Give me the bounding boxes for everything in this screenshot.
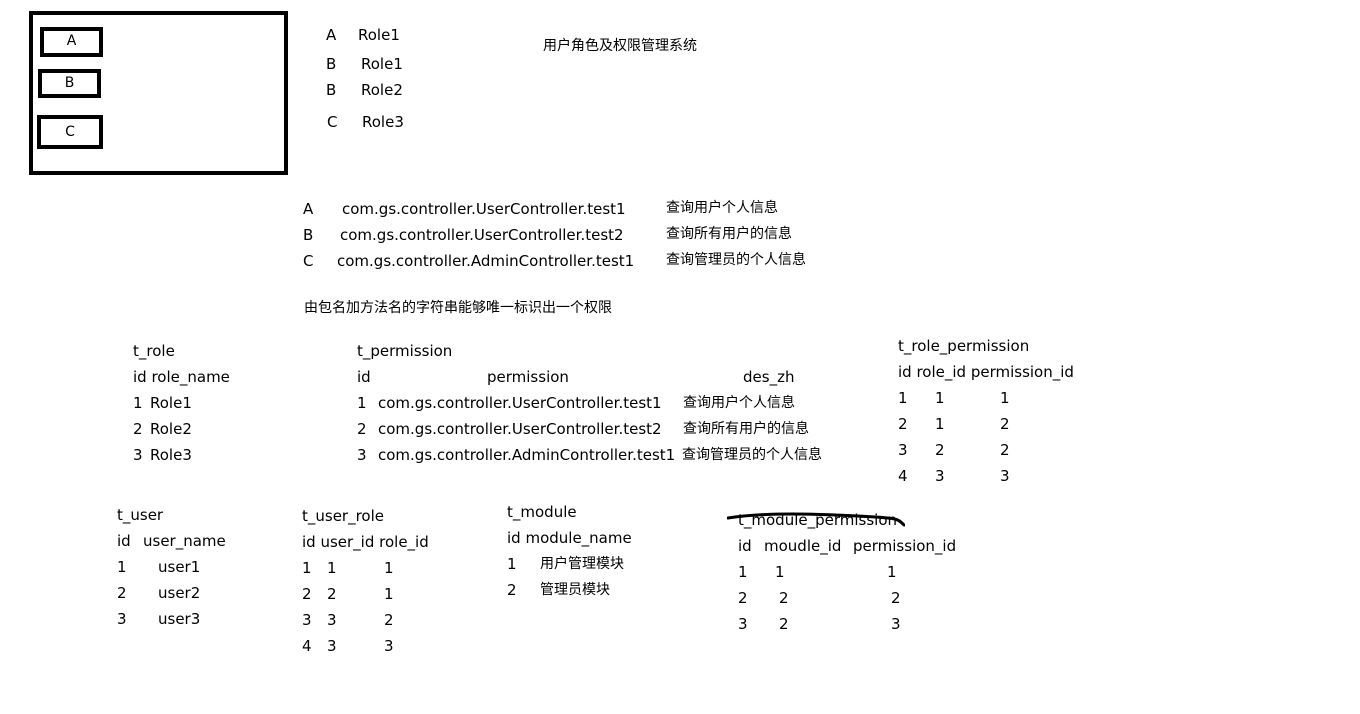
t-user-row-3-id: 3: [117, 610, 127, 628]
t-user-role-row-2-id: 2: [302, 585, 312, 603]
t-role-permission-row-2-perm: 2: [1000, 415, 1010, 433]
t-role-permission-row-4-id: 4: [898, 467, 908, 485]
t-user-role-row-3-role: 2: [384, 611, 394, 629]
t-module-permission-row-3-perm: 3: [891, 615, 901, 633]
user-role-c-role: Role3: [362, 113, 404, 131]
t-permission-row-2-id: 2: [357, 420, 367, 438]
t-role-header: id role_name: [133, 368, 230, 386]
t-module-header: id module_name: [507, 529, 632, 547]
t-module-row-2-id: 2: [507, 581, 517, 599]
t-permission-row-3-des: 查询管理员的个人信息: [682, 447, 822, 463]
user-role-a-key: A: [326, 26, 337, 44]
perm-preview-a-key: A: [303, 200, 314, 218]
t-user-row-3-name: user3: [158, 610, 201, 628]
t-module-row-2-name: 管理员模块: [540, 582, 610, 598]
t-role-row-1-id: 1: [133, 394, 143, 412]
box-b: B: [38, 69, 101, 98]
t-role-row-3-name: Role3: [150, 446, 192, 464]
t-role-permission-row-3-perm: 2: [1000, 441, 1010, 459]
t-role-title: t_role: [133, 342, 175, 360]
t-role-row-2-id: 2: [133, 420, 143, 438]
t-permission-header-des: des_zh: [743, 368, 795, 386]
t-module-permission-row-2-id: 2: [738, 589, 748, 607]
t-user-role-row-4-id: 4: [302, 637, 312, 655]
t-role-row-3-id: 3: [133, 446, 143, 464]
t-role-permission-row-3-id: 3: [898, 441, 908, 459]
perm-preview-a-desc: 查询用户个人信息: [666, 200, 778, 216]
t-module-row-1-id: 1: [507, 555, 517, 573]
t-role-permission-row-4-perm: 3: [1000, 467, 1010, 485]
t-module-permission-header-perm: permission_id: [853, 537, 957, 555]
t-role-row-1-name: Role1: [150, 394, 192, 412]
t-module-permission-row-2-module: 2: [779, 589, 789, 607]
t-module-permission-header-id: id: [738, 537, 752, 555]
t-role-permission-row-2-id: 2: [898, 415, 908, 433]
t-user-role-row-4-user: 3: [327, 637, 337, 655]
t-role-permission-row-4-role: 3: [935, 467, 945, 485]
t-role-permission-row-1-role: 1: [935, 389, 945, 407]
t-user-header-id: id: [117, 532, 131, 550]
user-role-c-key: C: [327, 113, 338, 131]
t-permission-row-3-permission: com.gs.controller.AdminController.test1: [378, 446, 676, 464]
t-user-role-row-3-user: 3: [327, 611, 337, 629]
t-permission-header-id: id: [357, 368, 371, 386]
box-a: A: [40, 27, 103, 57]
perm-preview-c-method: com.gs.controller.AdminController.test1: [337, 252, 635, 270]
perm-preview-b-key: B: [303, 226, 314, 244]
t-permission-row-1-permission: com.gs.controller.UserController.test1: [378, 394, 662, 412]
t-role-permission-row-1-perm: 1: [1000, 389, 1010, 407]
t-permission-row-2-permission: com.gs.controller.UserController.test2: [378, 420, 662, 438]
t-user-role-row-1-user: 1: [327, 559, 337, 577]
t-module-permission-row-3-id: 3: [738, 615, 748, 633]
user-role-b2-key: B: [326, 81, 337, 99]
box-c: C: [37, 115, 103, 149]
t-module-permission-row-3-module: 2: [779, 615, 789, 633]
t-role-permission-header: id role_id permission_id: [898, 363, 1074, 381]
t-module-row-1-name: 用户管理模块: [540, 556, 624, 572]
perm-preview-b-method: com.gs.controller.UserController.test2: [340, 226, 624, 244]
t-permission-row-1-id: 1: [357, 394, 367, 412]
t-user-role-header: id user_id role_id: [302, 533, 429, 551]
user-role-b2-role: Role2: [361, 81, 403, 99]
t-user-role-row-1-role: 1: [384, 559, 394, 577]
t-user-row-2-id: 2: [117, 584, 127, 602]
t-module-permission-header-module: moudle_id: [764, 537, 842, 555]
t-user-row-2-name: user2: [158, 584, 201, 602]
t-module-permission-row-1-id: 1: [738, 563, 748, 581]
permission-note: 由包名加方法名的字符串能够唯一标识出一个权限: [304, 300, 612, 316]
perm-preview-c-desc: 查询管理员的个人信息: [666, 252, 806, 268]
t-role-permission-row-3-role: 2: [935, 441, 945, 459]
strikethrough-mark: [727, 512, 905, 527]
t-role-permission-row-1-id: 1: [898, 389, 908, 407]
t-user-title: t_user: [117, 506, 164, 524]
page-title: 用户角色及权限管理系统: [543, 38, 697, 54]
t-permission-row-1-des: 查询用户个人信息: [683, 395, 795, 411]
t-role-permission-row-2-role: 1: [935, 415, 945, 433]
t-user-row-1-name: user1: [158, 558, 201, 576]
t-user-role-row-1-id: 1: [302, 559, 312, 577]
user-role-b1-role: Role1: [361, 55, 403, 73]
t-permission-row-2-des: 查询所有用户的信息: [683, 421, 809, 437]
perm-preview-c-key: C: [303, 252, 314, 270]
t-user-role-row-3-id: 3: [302, 611, 312, 629]
t-module-permission-row-2-perm: 2: [891, 589, 901, 607]
t-user-row-1-id: 1: [117, 558, 127, 576]
t-role-permission-title: t_role_permission: [898, 337, 1030, 355]
t-module-title: t_module: [507, 503, 577, 521]
t-permission-title: t_permission: [357, 342, 453, 360]
t-role-row-2-name: Role2: [150, 420, 192, 438]
t-permission-row-3-id: 3: [357, 446, 367, 464]
perm-preview-b-desc: 查询所有用户的信息: [666, 226, 792, 242]
t-module-permission-row-1-module: 1: [775, 563, 785, 581]
t-user-role-row-2-user: 2: [327, 585, 337, 603]
t-user-header-name: user_name: [143, 532, 226, 550]
perm-preview-a-method: com.gs.controller.UserController.test1: [342, 200, 626, 218]
t-module-permission-row-1-perm: 1: [887, 563, 897, 581]
t-user-role-row-2-role: 1: [384, 585, 394, 603]
t-user-role-row-4-role: 3: [384, 637, 394, 655]
user-role-b1-key: B: [326, 55, 337, 73]
t-permission-header-permission: permission: [487, 368, 569, 386]
t-user-role-title: t_user_role: [302, 507, 385, 525]
user-role-a-role: Role1: [358, 26, 400, 44]
